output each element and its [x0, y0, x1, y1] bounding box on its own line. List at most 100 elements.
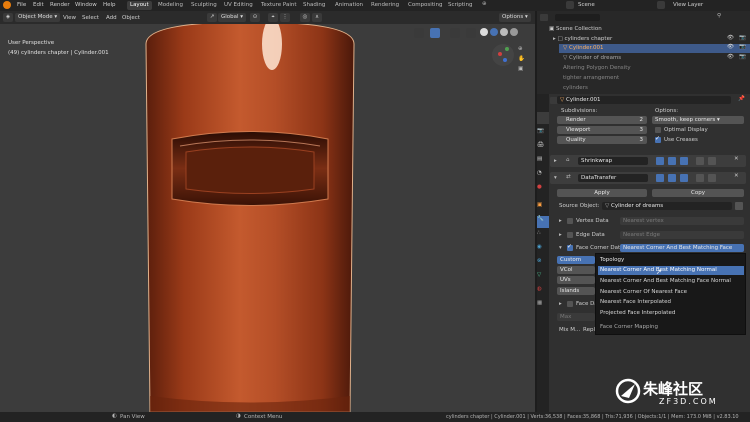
viewport-levels-field[interactable]: Viewport 3 — [557, 126, 647, 134]
wireframe-shading-icon[interactable] — [480, 28, 488, 36]
gizmo-z-axis-icon[interactable] — [503, 58, 507, 62]
outliner-item-cylinder-of-dreams[interactable]: ▽ Cylinder of dreams — [563, 54, 621, 63]
tab-sculpting[interactable]: Sculpting — [188, 1, 220, 10]
object-mode-dropdown[interactable]: Object Mode ▾ — [15, 13, 61, 22]
menu-item-nearest-corner-best-normal[interactable]: Nearest Corner And Best Matching Normal — [598, 266, 744, 275]
constraints-tab-icon[interactable]: ⊗ — [537, 258, 549, 270]
filter-icon[interactable]: ⚲ — [717, 13, 721, 19]
edge-data-expand-icon[interactable]: ▸ — [559, 232, 562, 238]
object-tab-icon[interactable]: ▣ — [537, 202, 549, 214]
remove-modifier-icon[interactable]: ✕ — [734, 156, 739, 162]
header-menu-view[interactable]: View — [63, 15, 76, 21]
options-dropdown[interactable]: Options ▾ — [499, 13, 531, 22]
collapse-arrow-icon[interactable]: ▸ — [554, 158, 557, 164]
face-data-checkbox[interactable] — [567, 301, 573, 307]
material-shading-icon[interactable] — [500, 28, 508, 36]
tab-scripting[interactable]: Scripting — [445, 1, 475, 10]
render-toggle-icon[interactable] — [680, 157, 688, 165]
render-toggle-icon[interactable] — [680, 174, 688, 182]
transform-orientation-icon[interactable]: ↗ — [207, 13, 217, 22]
3d-viewport[interactable]: User Perspective (49) cylinders chapter … — [0, 24, 535, 412]
remove-modifier-icon[interactable]: ✕ — [734, 173, 739, 179]
use-creases-checkbox[interactable] — [655, 135, 661, 143]
menu-help[interactable]: Help — [103, 2, 116, 8]
edge-data-checkbox[interactable] — [567, 232, 573, 238]
move-up-icon[interactable] — [696, 174, 704, 182]
viewport-toggle-icon[interactable] — [668, 157, 676, 165]
outliner-item-cylinder-001[interactable]: ▽ Cylinder.001 — [563, 44, 604, 53]
menu-render[interactable]: Render — [50, 2, 70, 8]
vcol-button[interactable]: VCol — [557, 266, 595, 274]
tab-modeling[interactable]: Modeling — [155, 1, 186, 10]
move-down-icon[interactable] — [708, 157, 716, 165]
view-layer-icon[interactable] — [657, 1, 665, 9]
outliner-item-tighter-arrangement[interactable]: tighter arrangement — [563, 74, 619, 83]
header-menu-add[interactable]: Add — [106, 15, 117, 21]
render-camera-icon[interactable]: 📷 — [739, 35, 746, 41]
vertex-data-checkbox[interactable] — [567, 218, 573, 224]
gizmo-toggle-icon[interactable] — [430, 28, 440, 38]
outliner-item-altering-polygon-density[interactable]: Altering Polygon Density — [563, 64, 631, 73]
scene-name[interactable]: Scene — [578, 2, 595, 8]
face-corner-expand-icon[interactable]: ▾ — [559, 245, 562, 251]
optimal-display-checkbox[interactable] — [655, 127, 661, 133]
tab-uv-editing[interactable]: UV Editing — [221, 1, 256, 10]
blender-logo-icon[interactable] — [3, 1, 11, 9]
render-levels-field[interactable]: Render 2 — [557, 116, 647, 124]
tab-layout[interactable]: Layout — [127, 1, 152, 10]
zoom-icon[interactable]: ⊕ — [518, 46, 523, 52]
view-layer-tab-icon[interactable]: ▤ — [537, 156, 549, 168]
modifier-shrinkwrap[interactable]: ▸ ⌂ Shrinkwrap ✕ — [550, 155, 746, 167]
quality-field[interactable]: Quality 3 — [557, 136, 647, 144]
menu-edit[interactable]: Edit — [33, 2, 44, 8]
modifier-datatransfer[interactable]: ▾ ⇄ DataTransfer ✕ — [550, 172, 746, 184]
tool-tab-icon[interactable] — [537, 112, 549, 124]
render-tab-icon[interactable]: 📷 — [537, 128, 549, 140]
falloff-icon[interactable]: ∧ — [312, 13, 322, 22]
particles-tab-icon[interactable]: ∴ — [537, 230, 549, 242]
menu-item-nearest-corner-nearest-face[interactable]: Nearest Corner Of Nearest Face — [598, 288, 744, 297]
outliner-search-input[interactable] — [555, 14, 600, 21]
orientation-dropdown[interactable]: Global ▾ — [218, 13, 247, 22]
menu-item-nearest-corner-best-face-normal[interactable]: Nearest Corner And Best Matching Face No… — [598, 277, 744, 286]
visibility-eye-icon[interactable]: 👁 — [727, 54, 734, 60]
vertex-data-expand-icon[interactable]: ▸ — [559, 218, 562, 224]
scene-tab-icon[interactable]: ◔ — [537, 170, 549, 182]
tab-animation[interactable]: Animation — [332, 1, 366, 10]
uvs-button[interactable]: UVs — [557, 276, 595, 284]
solid-shading-icon[interactable] — [490, 28, 498, 36]
pivot-point-icon[interactable]: ⊙ — [250, 13, 260, 22]
face-corner-mapping-dropdown[interactable]: Nearest Corner And Best Matching Face No… — [620, 244, 744, 252]
pan-icon[interactable]: ✋ — [518, 56, 525, 62]
proportional-edit-icon[interactable]: ◎ — [300, 13, 310, 22]
menu-item-nearest-face-interpolated[interactable]: Nearest Face Interpolated — [598, 298, 744, 307]
data-tab-icon[interactable]: ▽ — [537, 272, 549, 284]
editor-type-button-icon[interactable]: ◈ — [3, 13, 13, 22]
tab-texture-paint[interactable]: Texture Paint — [258, 1, 300, 10]
header-menu-object[interactable]: Object — [122, 15, 140, 21]
texture-tab-icon[interactable]: ▦ — [537, 300, 549, 312]
menu-window[interactable]: Window — [75, 2, 97, 8]
visibility-eye-icon[interactable]: 👁 — [727, 44, 734, 50]
islands-handling-field[interactable]: Islands Hand — [557, 287, 595, 295]
rendered-shading-icon[interactable] — [510, 28, 518, 36]
apply-button[interactable]: Apply — [557, 189, 647, 197]
edge-mapping-dropdown[interactable]: Nearest Edge — [620, 231, 744, 239]
menu-file[interactable]: File — [17, 2, 26, 8]
face-data-expand-icon[interactable]: ▸ — [559, 301, 562, 307]
xray-toggle-icon[interactable] — [466, 28, 476, 38]
move-down-icon[interactable] — [708, 174, 716, 182]
material-tab-icon[interactable]: ◍ — [537, 286, 549, 298]
edit-mode-toggle-icon[interactable] — [656, 157, 664, 165]
outliner-item-cylinders-chapter[interactable]: ▸ □ cylinders chapter — [553, 35, 612, 44]
source-object-field[interactable]: ▽ Cylinder of dreams — [602, 202, 732, 210]
physics-tab-icon[interactable]: ◉ — [537, 244, 549, 256]
header-menu-select[interactable]: Select — [82, 15, 99, 21]
gizmo-y-axis-icon[interactable] — [505, 47, 509, 51]
render-camera-icon[interactable]: 📷 — [739, 44, 746, 50]
vertex-mapping-dropdown[interactable]: Nearest vertex — [620, 217, 744, 225]
custom-normals-button[interactable]: Custom Norm — [557, 256, 595, 264]
move-up-icon[interactable] — [696, 157, 704, 165]
pin-icon[interactable]: 📌 — [738, 96, 745, 102]
face-corner-data-checkbox[interactable] — [567, 243, 573, 251]
